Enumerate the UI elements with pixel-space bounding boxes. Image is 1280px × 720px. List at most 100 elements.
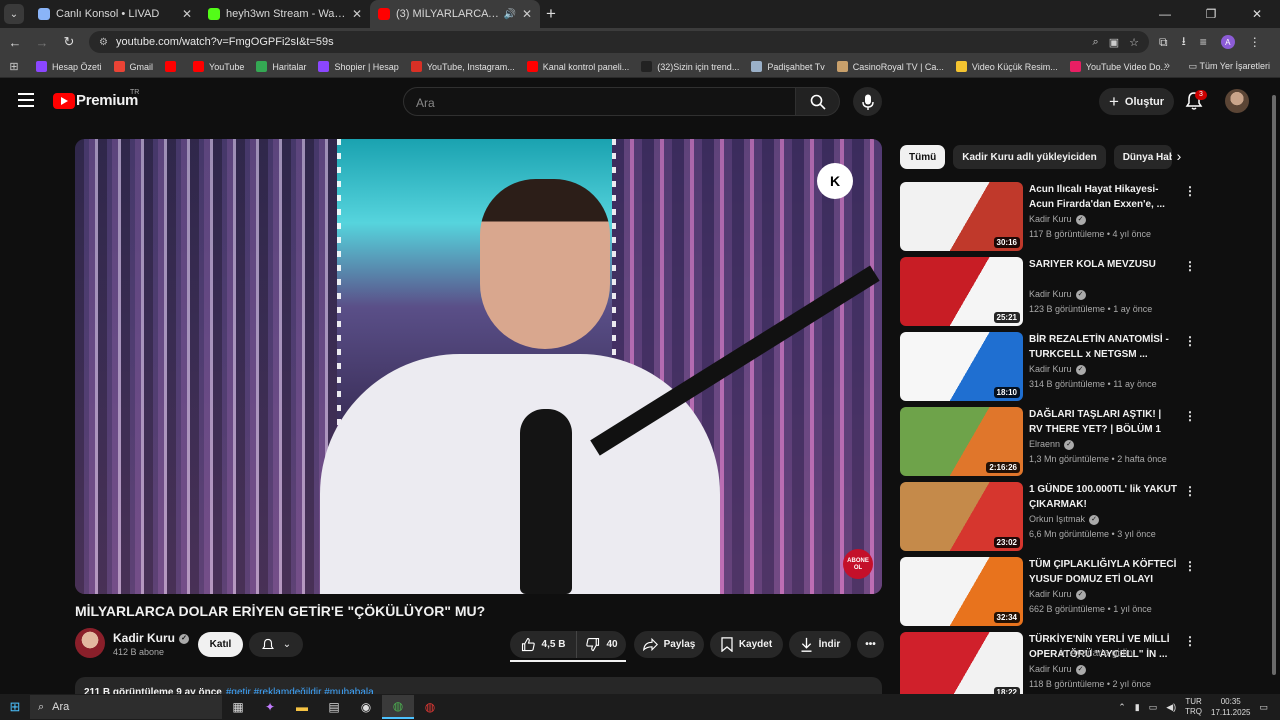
bookmark-item[interactable]: Video Küçük Resim... — [955, 61, 1058, 72]
share-button[interactable]: Paylaş — [634, 631, 704, 658]
video-thumbnail[interactable]: 2:16:26 — [900, 407, 1023, 476]
bookmark-item[interactable]: YouTube Video Do... — [1069, 61, 1168, 72]
channel-watermark[interactable]: K — [817, 163, 853, 199]
channel-avatar[interactable] — [75, 628, 105, 658]
video-thumbnail[interactable]: 18:22 — [900, 632, 1023, 701]
tray-overflow-icon[interactable]: ⌃ — [1118, 702, 1126, 713]
video-thumbnail[interactable]: 25:21 — [900, 257, 1023, 326]
apps-grid-icon[interactable]: ⊞ — [0, 60, 28, 73]
address-bar[interactable]: ⚙ youtube.com/watch?v=FmgOGPFi2sI&t=59s … — [89, 31, 1149, 53]
tab-close-icon[interactable]: ✕ — [182, 7, 192, 21]
more-bookmarks-icon[interactable]: » — [1164, 60, 1170, 72]
bookmark-item[interactable]: Gmail — [113, 61, 153, 72]
profile-avatar[interactable]: A — [1220, 35, 1235, 49]
tab-audio-icon[interactable]: 🔊 — [503, 9, 515, 20]
more-vert-icon[interactable]: ⋮ — [1184, 334, 1196, 348]
downloads-icon[interactable]: ⭳ — [1182, 32, 1186, 53]
browser-tab[interactable]: heyh3wn Stream - Watch Live on Kick ✕ — [200, 0, 370, 28]
dislike-button[interactable]: 40 — [577, 631, 626, 658]
tab-search-button[interactable]: ⌄ — [4, 4, 24, 24]
close-window-button[interactable]: ✕ — [1234, 0, 1280, 28]
input-language[interactable]: TUR TRQ — [1185, 697, 1202, 717]
notification-center-icon[interactable]: ▭ — [1259, 702, 1268, 713]
more-vert-icon[interactable]: ⋮ — [1184, 634, 1196, 648]
browser-tab[interactable]: (3) MİLYARLARCA DOLAR ERİYEN GETİR'E 🔊 ✕ — [370, 0, 540, 28]
recommended-video[interactable]: 18:22 TÜRKİYE'NİN YERLİ VE MİLLİ OPERATÖR… — [900, 632, 1200, 702]
video-thumbnail[interactable]: 18:10 — [900, 332, 1023, 401]
new-tab-button[interactable]: + — [546, 4, 556, 24]
minimize-button[interactable]: — — [1142, 0, 1188, 28]
recommended-video[interactable]: 18:10 BİR REZALETİN ANATOMİSİ - TURKCELL … — [900, 332, 1200, 402]
bookmark-item[interactable]: YouTube, Instagram... — [410, 61, 515, 72]
file-explorer-icon[interactable]: ▬ — [286, 695, 318, 719]
mic-tray-icon[interactable]: ▮ — [1135, 702, 1140, 713]
chevron-right-icon[interactable]: › — [1170, 148, 1188, 166]
filter-chip[interactable]: Dünya Haberleri — [1113, 145, 1172, 169]
create-button[interactable]: + Oluştur — [1099, 88, 1174, 115]
all-bookmarks-folder[interactable]: ▭ Tüm Yer İşaretleri — [1189, 61, 1270, 72]
network-icon[interactable]: ▭ — [1149, 702, 1158, 713]
like-button[interactable]: 4,5 B — [510, 631, 577, 658]
page-scrollbar[interactable] — [1271, 85, 1277, 685]
forward-button[interactable]: → — [30, 35, 54, 50]
clock[interactable]: 00:35 17.11.2025 — [1211, 696, 1250, 718]
tab-close-icon[interactable]: ✕ — [522, 7, 532, 21]
video-thumbnail[interactable]: 32:34 — [900, 557, 1023, 626]
windows-start-icon[interactable]: ⊞ — [0, 699, 30, 715]
more-vert-icon[interactable]: ⋮ — [1184, 484, 1196, 498]
bookmark-item[interactable]: (32)Sizin için trend... — [641, 61, 739, 72]
video-thumbnail[interactable]: 30:16 — [900, 182, 1023, 251]
recommended-video[interactable]: 30:16 Acun Ilıcalı Hayat Hikayesi- Acun F… — [900, 182, 1200, 252]
taskbar-search[interactable]: ⌕ Ara — [30, 695, 222, 719]
volume-icon[interactable]: ◀) — [1166, 702, 1176, 713]
cast-icon[interactable]: ▣ — [1109, 36, 1119, 49]
guide-menu-icon[interactable] — [18, 93, 34, 107]
reload-button[interactable]: ↻ — [57, 34, 81, 50]
download-button[interactable]: İndir — [789, 631, 851, 658]
subscription-notification-button[interactable]: ⌄ — [249, 632, 303, 657]
bookmark-item[interactable]: Padişahbet Tv — [751, 61, 825, 72]
save-button[interactable]: Kaydet — [710, 631, 783, 658]
recommended-video[interactable]: 23:02 1 GÜNDE 100.000TL' lik YAKUT ÇIKARM… — [900, 482, 1200, 552]
channel-name[interactable]: Kadir Kuru ✓ — [113, 631, 190, 645]
app-icon[interactable]: ◉ — [350, 695, 382, 719]
zoom-icon[interactable]: ⌕ — [1093, 36, 1099, 49]
site-info-icon[interactable]: ⚙ — [99, 37, 108, 48]
copilot-icon[interactable]: ✦ — [254, 695, 286, 719]
bookmark-item[interactable] — [165, 61, 181, 72]
bookmark-item[interactable]: Haritalar — [256, 61, 306, 72]
subscribe-watermark[interactable]: ABONE OL — [843, 549, 873, 579]
store-icon[interactable]: ▤ — [318, 695, 350, 719]
browser-menu-icon[interactable]: ⋮ — [1249, 35, 1261, 49]
tab-close-icon[interactable]: ✕ — [352, 7, 362, 21]
more-vert-icon[interactable]: ⋮ — [1184, 559, 1196, 573]
extensions-icon[interactable]: ⧉ — [1159, 35, 1168, 50]
filter-chip[interactable]: Tümü — [900, 145, 946, 169]
yt-brand[interactable]: Premium — [76, 92, 138, 109]
chrome-icon[interactable]: ◍ — [414, 695, 446, 719]
recommended-video[interactable]: 2:16:26 DAĞLARI TAŞLARI AŞTIK! | RV THERE… — [900, 407, 1200, 477]
bookmark-item[interactable]: Hesap Özeti — [36, 61, 102, 72]
video-player[interactable]: K ABONE OL — [75, 139, 882, 594]
join-button[interactable]: Katıl — [198, 632, 243, 657]
bookmark-star-icon[interactable]: ☆ — [1129, 36, 1139, 49]
chrome-active-icon[interactable]: ◍ — [382, 695, 414, 719]
account-avatar[interactable] — [1225, 89, 1249, 113]
maximize-button[interactable]: ❐ — [1188, 0, 1234, 28]
video-thumbnail[interactable]: 23:02 — [900, 482, 1023, 551]
bookmark-item[interactable]: YouTube — [193, 61, 244, 72]
media-controls-icon[interactable]: ≡ — [1200, 35, 1207, 49]
more-actions-button[interactable]: ••• — [857, 631, 884, 658]
bookmark-item[interactable]: CasinoRoyal TV | Ca... — [836, 61, 944, 72]
bookmark-item[interactable]: Shopier | Hesap — [318, 61, 399, 72]
task-view-icon[interactable]: ▦ — [222, 695, 254, 719]
filter-chip[interactable]: Kadir Kuru adlı yükleyiciden — [953, 145, 1106, 169]
recommended-video[interactable]: 25:21 SARIYER KOLA MEVZUSU Kadir Kuru ✓ 123 … — [900, 257, 1200, 327]
bookmark-item[interactable]: Kanal kontrol paneli... — [526, 61, 629, 72]
more-vert-icon[interactable]: ⋮ — [1184, 259, 1196, 273]
youtube-logo-icon[interactable] — [53, 93, 75, 109]
voice-search-button[interactable] — [853, 87, 882, 116]
recommended-video[interactable]: 32:34 TÜM ÇIPLAKLIĞIYLA KÖFTECİ YUSUF DOM… — [900, 557, 1200, 627]
search-input[interactable]: Ara — [403, 87, 796, 116]
more-vert-icon[interactable]: ⋮ — [1184, 184, 1196, 198]
